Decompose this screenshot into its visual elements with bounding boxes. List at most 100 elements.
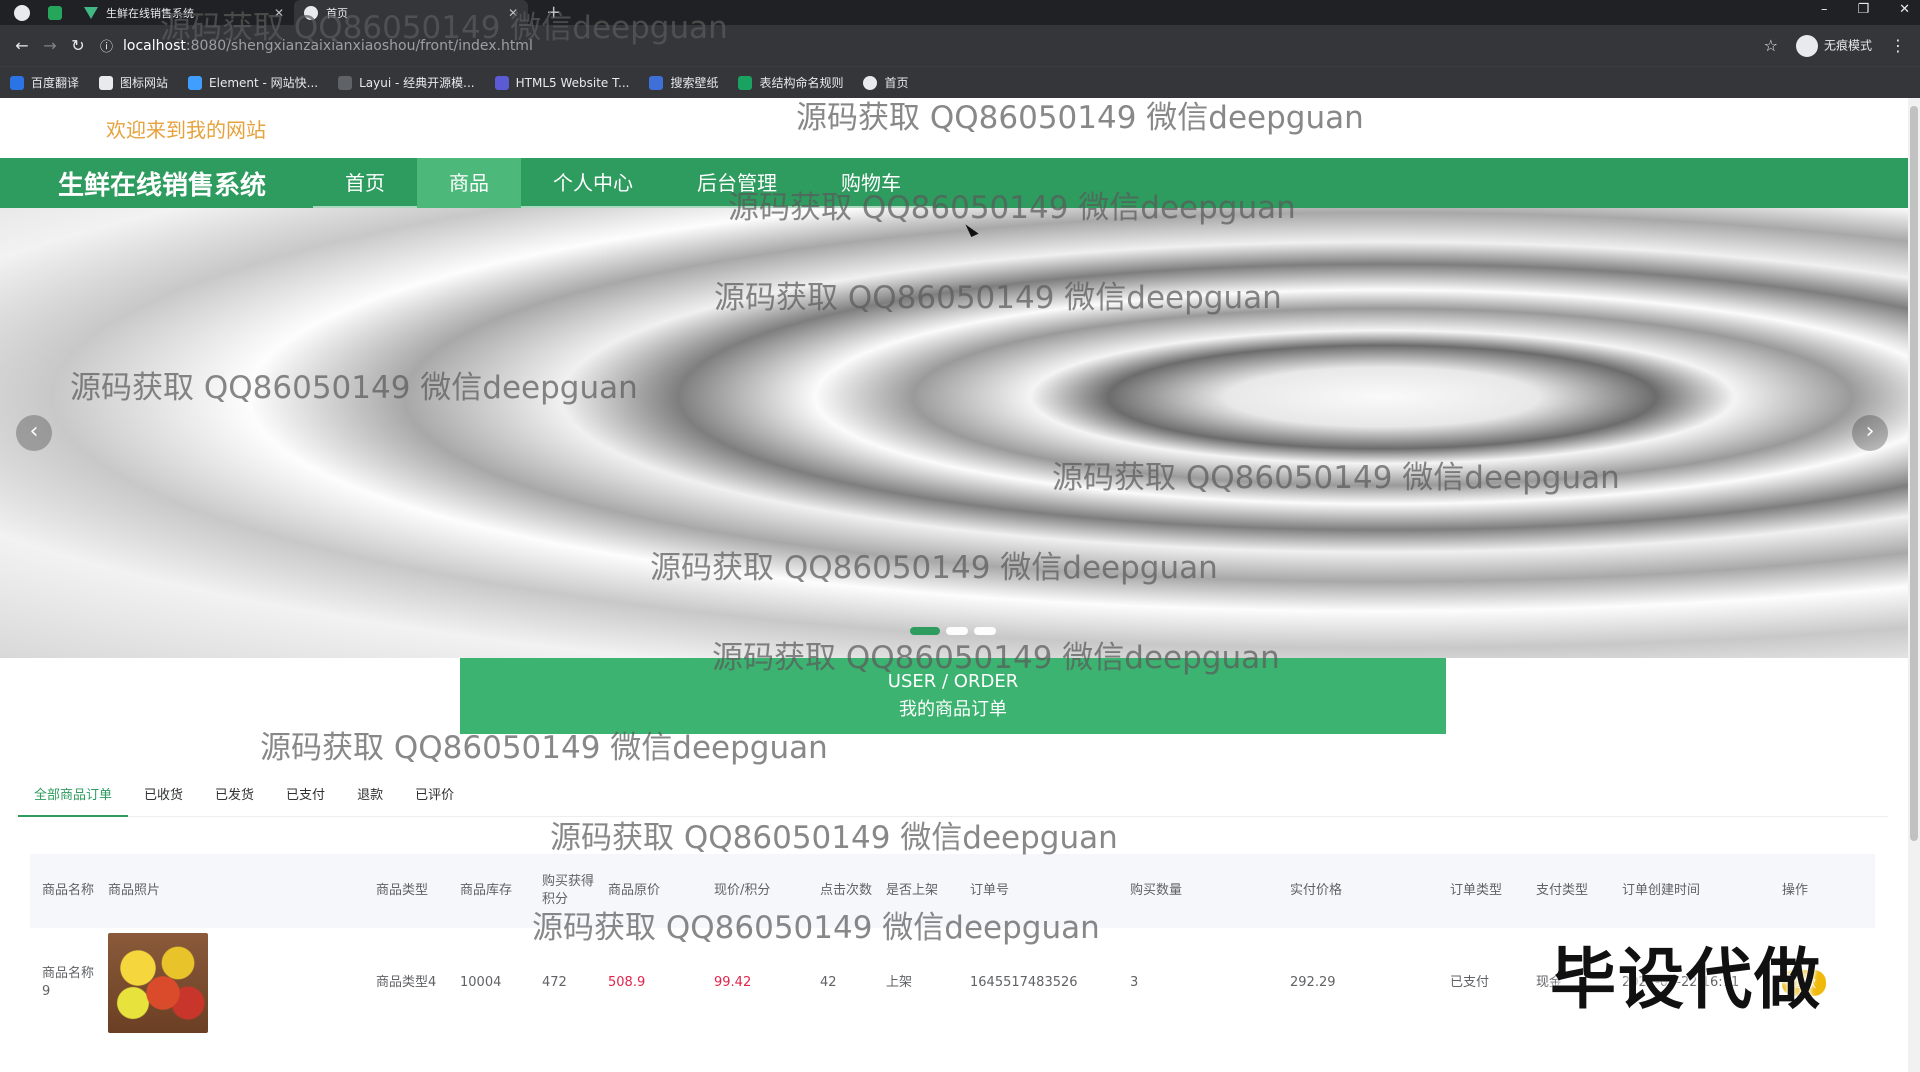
cell-clicks: 42 <box>820 975 837 990</box>
restore-icon[interactable]: ❐ <box>1857 2 1869 17</box>
browser-chrome: 生鲜在线销售系统 ✕ 首页 ✕ + – ❐ ✕ ← → ↻ ⓘ localhos… <box>0 0 1920 98</box>
tab-all-orders[interactable]: 全部商品订单 <box>18 775 129 817</box>
tab-search-icon[interactable] <box>48 5 62 20</box>
toolbar-actions: ☆ 无痕模式 ⋮ <box>1764 34 1906 57</box>
browser-toolbar: ← → ↻ ⓘ localhost:8080/shengxianzaixianx… <box>0 25 1920 66</box>
carousel-dot[interactable] <box>974 627 996 635</box>
bookmark-label: 百度翻译 <box>31 76 80 90</box>
bookmark-label: Element - 网站快... <box>209 76 319 90</box>
th-points: 购买获得积分 <box>542 874 595 907</box>
welcome-bar: 欢迎来到我的网站 <box>0 98 1920 158</box>
cell-name: 商品名称9 <box>42 966 95 999</box>
bookmarks-bar: 百度翻译 图标网站 Element - 网站快... Layui - 经典开源模… <box>0 66 1920 98</box>
html5-icon <box>494 75 509 90</box>
browser-tab-title: 生鲜在线销售系统 <box>106 6 194 20</box>
cell-price: 99.42 <box>714 975 752 990</box>
bookmark-label: Layui - 经典开源模... <box>359 76 475 90</box>
th-clicks: 点击次数 <box>820 883 873 898</box>
browser-tab-2[interactable]: 首页 ✕ <box>294 0 529 25</box>
layui-icon <box>338 75 353 90</box>
element-icon <box>188 75 203 90</box>
url-host: localhost <box>123 37 186 54</box>
th-quantity: 购买数量 <box>1130 883 1183 898</box>
address-bar[interactable]: ⓘ localhost:8080/shengxianzaixianxiaosho… <box>100 31 1764 61</box>
carousel-dot[interactable] <box>946 627 968 635</box>
th-created: 订单创建时间 <box>1622 883 1701 898</box>
nav-products[interactable]: 商品 <box>417 158 521 208</box>
th-action: 操作 <box>1782 883 1809 898</box>
incognito-label: 无痕模式 <box>1823 38 1872 52</box>
window-controls: – ❐ ✕ <box>1821 2 1910 17</box>
new-tab-icon[interactable]: + <box>546 2 561 23</box>
minimize-icon[interactable]: – <box>1821 2 1828 17</box>
th-photo: 商品照片 <box>108 883 161 898</box>
incognito-icon <box>1795 34 1818 57</box>
carousel-dot[interactable] <box>910 627 940 635</box>
cell-order-type: 已支付 <box>1450 975 1490 990</box>
chrome-menu-icon[interactable] <box>14 4 30 21</box>
nav-cart[interactable]: 购物车 <box>809 158 933 208</box>
product-photo[interactable] <box>108 933 208 1033</box>
welcome-text: 欢迎来到我的网站 <box>106 117 266 142</box>
chevron-right-icon[interactable]: › <box>1852 415 1888 451</box>
site-title: 生鲜在线销售系统 <box>58 170 267 201</box>
bookmark-item[interactable]: 图标网站 <box>99 74 168 91</box>
bookmark-item[interactable]: Element - 网站快... <box>188 74 318 91</box>
forward-icon[interactable]: → <box>36 36 64 55</box>
cell-points: 472 <box>542 975 567 990</box>
main-nav: 生鲜在线销售系统 首页 商品 个人中心 后台管理 购物车 <box>0 158 1920 208</box>
tab-paid[interactable]: 已支付 <box>270 775 341 817</box>
bookmark-label: 表结构命名规则 <box>759 76 844 90</box>
flag-icon <box>99 75 114 90</box>
bookmark-item[interactable]: 百度翻译 <box>10 74 79 91</box>
order-title-en: USER / ORDER <box>887 671 1019 692</box>
cell-paid: 292.29 <box>1290 975 1336 990</box>
url-path: :8080/shengxianzaixianxiaoshou/front/ind… <box>185 37 533 54</box>
tab-received[interactable]: 已收货 <box>128 775 199 817</box>
bookmark-item[interactable]: Layui - 经典开源模... <box>338 74 475 91</box>
tab-strip: 生鲜在线销售系统 ✕ 首页 ✕ + – ❐ ✕ <box>0 0 1920 25</box>
th-type: 商品类型 <box>376 883 429 898</box>
cell-on-sale: 上架 <box>886 975 913 990</box>
incognito-indicator[interactable]: 无痕模式 <box>1795 34 1872 57</box>
close-tab-icon[interactable]: ✕ <box>508 6 518 20</box>
bookmark-item[interactable]: 搜索壁纸 <box>649 74 718 91</box>
scrollbar-thumb[interactable] <box>1910 106 1918 841</box>
bookmark-label: 搜索壁纸 <box>670 76 719 90</box>
back-icon[interactable]: ← <box>8 36 36 55</box>
nav-home[interactable]: 首页 <box>313 158 417 208</box>
more-menu-icon[interactable]: ⋮ <box>1890 36 1906 55</box>
cell-type: 商品类型4 <box>376 975 437 990</box>
tab-reviewed[interactable]: 已评价 <box>399 775 470 817</box>
table-header: 商品名称 商品照片 商品类型 商品库存 购买获得积分 商品原价 现价/积分 点击… <box>30 854 1875 928</box>
page-scrollbar[interactable] <box>1908 98 1920 1072</box>
close-window-icon[interactable]: ✕ <box>1899 2 1910 17</box>
close-tab-icon[interactable]: ✕ <box>274 6 284 20</box>
nav-admin[interactable]: 后台管理 <box>665 158 809 208</box>
chevron-left-icon[interactable]: ‹ <box>16 415 52 451</box>
site-info-icon[interactable]: ⓘ <box>100 36 113 55</box>
tab-refund[interactable]: 退款 <box>341 775 399 817</box>
cell-original-price: 508.9 <box>608 975 646 990</box>
nav-profile[interactable]: 个人中心 <box>521 158 665 208</box>
order-tabs: 全部商品订单 已收货 已发货 已支付 退款 已评价 <box>18 775 1888 817</box>
cell-stock: 10004 <box>460 975 502 990</box>
bookmark-item[interactable]: HTML5 Website T... <box>494 75 629 90</box>
tab-shipped[interactable]: 已发货 <box>199 775 270 817</box>
th-paid: 实付价格 <box>1290 883 1343 898</box>
bookmark-item[interactable]: 首页 <box>863 74 909 91</box>
cell-order-no: 1645517483526 <box>970 975 1078 990</box>
table-icon <box>738 75 753 90</box>
reload-icon[interactable]: ↻ <box>64 36 92 55</box>
order-title-cn: 我的商品订单 <box>899 699 1007 720</box>
wallpaper-icon <box>649 75 664 90</box>
order-section-banner: USER / ORDER 我的商品订单 <box>460 658 1446 734</box>
bookmark-item[interactable]: 表结构命名规则 <box>738 74 843 91</box>
browser-tab-title: 首页 <box>326 6 349 20</box>
globe-icon <box>304 5 319 20</box>
browser-tab-1[interactable]: 生鲜在线销售系统 ✕ <box>74 0 294 25</box>
th-pay-type: 支付类型 <box>1536 883 1589 898</box>
bookmark-star-icon[interactable]: ☆ <box>1764 36 1778 55</box>
vue-icon <box>84 6 98 19</box>
translate-icon <box>10 75 24 90</box>
